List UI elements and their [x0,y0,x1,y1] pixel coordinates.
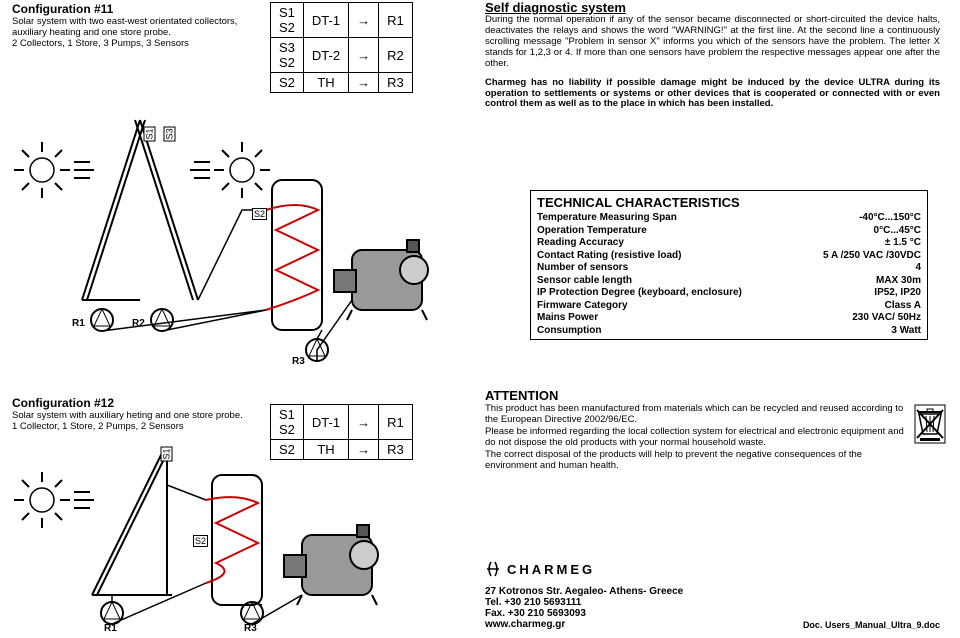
tech-row: IP Protection Degree (keyboard, enclosur… [537,287,921,300]
tech-row: Sensor cable lengthMAX 30m [537,275,921,288]
attention-p2: Please be informed regarding the local c… [485,426,905,449]
sun-icon [14,472,94,528]
config12-title: Configuration #12 [12,396,252,410]
config11-block: Configuration #11 Solar system with two … [12,2,252,49]
sensor-s1: S1 [144,126,156,141]
dt1-r2c1: S3 S2 [271,38,304,73]
tech-row: Mains Power230 VAC/ 50Hz [537,312,921,325]
pump-r3: R3 [244,623,257,634]
brand-logo: CHARMEG [485,558,940,580]
self-diag-title: Self diagnostic system [485,0,940,15]
footer-tel: Tel. +30 210 5693111 [485,597,940,608]
sensor-s1: S1 [161,446,173,461]
footer-block: CHARMEG 27 Kotronos Str. Aegaleo- Athens… [485,558,940,630]
config11-desc1: Solar system with two east-west orientat… [12,16,252,38]
tech-row: Operation Temperature0°C...45°C [537,225,921,238]
tech-title: TECHNICAL CHARACTERISTICS [537,195,921,210]
attention-block: ATTENTION This product has been manufact… [485,388,905,471]
sun-icon [190,142,270,198]
config12-block: Configuration #12 Solar system with auxi… [12,396,252,432]
dt1-r1c1: S1 S2 [271,3,304,38]
tech-row: Firmware CategoryClass A [537,300,921,313]
config11-title: Configuration #11 [12,2,252,16]
dt1-r3c2: TH [303,73,348,93]
tech-row: Temperature Measuring Span-40°C...150°C [537,212,921,225]
attention-title: ATTENTION [485,388,905,403]
config12-desc1: Solar system with auxiliary heting and o… [12,410,252,421]
dt1-r3c3: → [349,73,379,93]
dt1-r3c1: S2 [271,73,304,93]
sensor-s2: S2 [193,535,208,547]
tech-characteristics-box: TECHNICAL CHARACTERISTICS Temperature Me… [530,190,928,340]
dt1-r1c2: DT-1 [303,3,348,38]
tech-row: Reading Accuracy± 1.5 °C [537,237,921,250]
dt1-r2c4: R2 [379,38,413,73]
dt1-r1c3: → [349,3,379,38]
diagram-config12: S1 S2 R1 R3 [12,445,462,635]
weee-recycle-icon [914,404,946,444]
svg-text:CHARMEG: CHARMEG [507,562,595,577]
dt1-r2c3: → [349,38,379,73]
self-diag-p1: During the normal operation if any of th… [485,15,940,70]
tech-row: Contact Rating (resistive load)5 A /250 … [537,250,921,263]
attention-p3: The correct disposal of the products wil… [485,449,905,472]
dt2-r1c3: → [349,405,379,440]
footer-addr: 27 Kotronos Str. Aegaleo- Athens- Greece [485,586,940,597]
pump-r2: R2 [132,318,145,329]
dt2-r1c4: R1 [379,405,413,440]
footer-doc: Doc. Users_Manual_Ultra_9.doc [803,620,940,630]
footer-fax: Fax. +30 210 5693093 [485,608,586,619]
dt-table-1: S1 S2 DT-1 → R1 S3 S2 DT-2 → R2 S2 TH → … [270,2,413,93]
self-diagnostic-block: Self diagnostic system During the normal… [485,0,940,110]
pump-r1: R1 [104,623,117,634]
tech-row: Consumption3 Watt [537,325,921,338]
pump-r3: R3 [292,356,305,367]
self-diag-p2: Charmeg has no liability if possible dam… [485,78,940,111]
dt2-r1c2: DT-1 [303,405,348,440]
sensor-s3: S3 [164,126,176,141]
config12-desc2: 1 Collector, 1 Store, 2 Pumps, 2 Sensors [12,421,252,432]
pump-r1: R1 [72,318,85,329]
tech-row: Number of sensors4 [537,262,921,275]
diagram-config11: S1 S3 S2 R1 R2 R3 [12,100,462,365]
sun-icon [14,142,94,198]
footer-web: www.charmeg.gr [485,619,586,630]
dt1-r3c4: R3 [379,73,413,93]
dt2-r1c1: S1 S2 [271,405,304,440]
attention-p1: This product has been manufactured from … [485,403,905,426]
sensor-s2: S2 [252,208,267,220]
dt1-r1c4: R1 [379,3,413,38]
dt1-r2c2: DT-2 [303,38,348,73]
config11-desc2: 2 Collectors, 1 Store, 3 Pumps, 3 Sensor… [12,38,252,49]
